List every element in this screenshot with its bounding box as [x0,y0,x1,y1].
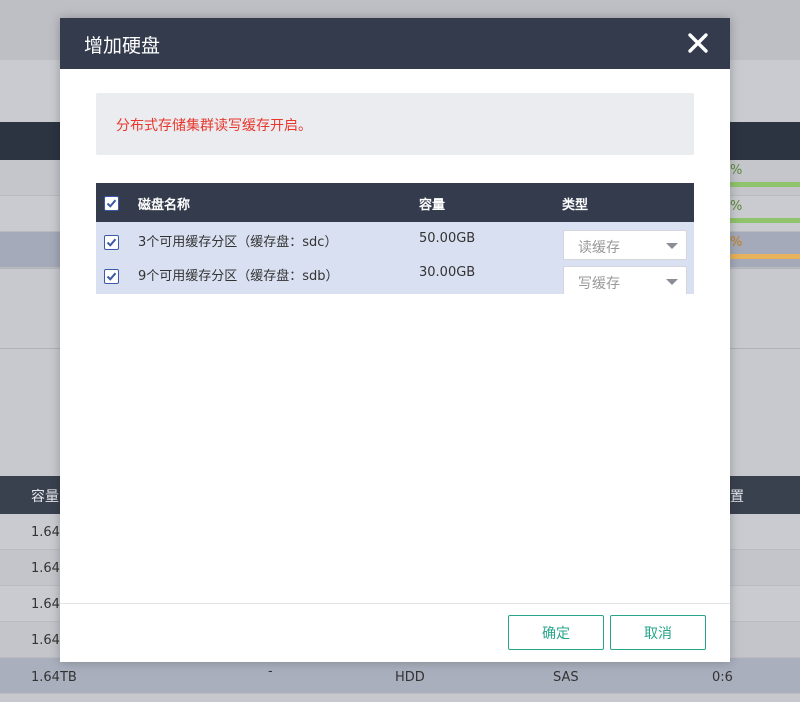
footer-divider [60,603,730,604]
disk-name: 9个可用缓存分区（缓存盘：sdb） [138,269,339,284]
background-usage-bar [730,182,800,187]
select-all-checkbox[interactable] [104,196,119,211]
background-cell-dash: - [268,664,273,679]
background-header-capacity: 容量 [31,489,59,505]
cache-type-select[interactable]: 写缓存 [563,266,687,294]
background-usage-percent: % [730,163,743,178]
disk-table: 磁盘名称 容量 类型 3个可用缓存分区（缓存盘：sdc） 50.00GB 读缓存 [96,183,694,294]
background-cell-capacity: 1.64 [31,597,60,612]
cache-type-select[interactable]: 读缓存 [563,230,687,260]
disk-capacity: 50.00GB [419,231,476,246]
cache-notice: 分布式存储集群读写缓存开启。 [96,93,694,155]
dialog-title: 增加硬盘 [84,35,161,57]
background-cell-slot: 0:6 [712,670,733,685]
confirm-button[interactable]: 确定 [508,615,604,650]
background-cell-capacity: 1.64 [31,633,60,648]
background-usage-percent: % [730,235,743,250]
checkmark-icon [106,199,117,208]
background-usage-bar [730,254,800,259]
background-usage-percent: % [730,199,743,214]
table-row: 3个可用缓存分区（缓存盘：sdc） 50.00GB 读缓存 [96,222,694,260]
cache-type-value: 写缓存 [578,276,620,292]
header-type: 类型 [562,198,589,213]
row-checkbox[interactable] [104,269,119,284]
header-capacity: 容量 [419,198,446,213]
chevron-down-icon [666,243,678,249]
table-row: 9个可用缓存分区（缓存盘：sdb） 30.00GB 写缓存 [96,258,694,294]
background-header-location: 置 [730,489,744,505]
add-disk-dialog: 增加硬盘 分布式存储集群读写缓存开启。 磁盘名称 容量 类型 3个可用缓存分区（… [60,18,730,662]
disk-table-header: 磁盘名称 容量 类型 [96,183,694,222]
cache-notice-text: 分布式存储集群读写缓存开启。 [116,118,312,134]
header-disk-name: 磁盘名称 [138,198,191,213]
close-button[interactable] [684,29,712,57]
background-cell-type: HDD [395,670,425,685]
cache-type-value: 读缓存 [578,240,620,256]
disk-table-body: 3个可用缓存分区（缓存盘：sdc） 50.00GB 读缓存 9个可用缓存分区（缓… [96,222,694,294]
cancel-button[interactable]: 取消 [610,615,706,650]
disk-capacity: 30.00GB [419,265,476,280]
close-icon [688,33,708,53]
background-cell-interface: SAS [553,670,579,685]
checkmark-icon [106,238,117,247]
background-cell-capacity: 1.64 [31,525,60,540]
disk-name: 3个可用缓存分区（缓存盘：sdc） [138,235,338,250]
background-cell-capacity: 1.64TB [31,670,77,685]
checkmark-icon [106,272,117,281]
background-usage-bar [730,218,800,223]
row-checkbox[interactable] [104,235,119,250]
dialog-header: 增加硬盘 [60,18,730,69]
background-cell-capacity: 1.64 [31,561,60,576]
chevron-down-icon [666,279,678,285]
